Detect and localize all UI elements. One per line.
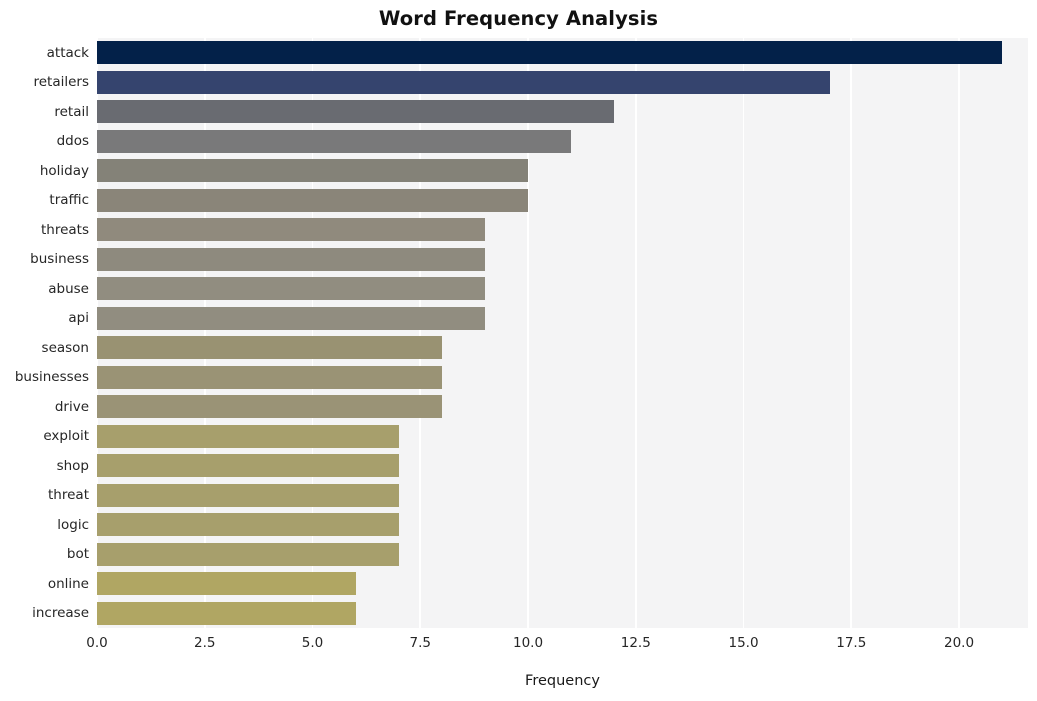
bar-online: [97, 572, 356, 596]
bar-row: [97, 365, 1028, 389]
y-tick-label-abuse: abuse: [48, 280, 89, 297]
y-tick-label-ddos: ddos: [56, 133, 89, 150]
bar-exploit: [97, 424, 399, 448]
x-tick-label-5.0: 5.0: [301, 635, 324, 651]
bar-increase: [97, 601, 356, 625]
x-tick-label-2.5: 2.5: [194, 635, 216, 651]
bar-series: [97, 38, 1028, 628]
y-tick-label-retail: retail: [54, 103, 89, 120]
bar-row: [97, 454, 1028, 478]
bar-row: [97, 572, 1028, 596]
y-tick-label-season: season: [41, 339, 89, 356]
bar-row: [97, 513, 1028, 537]
bar-row: [97, 483, 1028, 507]
y-tick-label-attack: attack: [46, 44, 89, 61]
chart-figure: Word Frequency Analysis attack retailers r…: [0, 0, 1037, 701]
bar-row: [97, 41, 1028, 65]
y-tick-label-api: api: [68, 310, 89, 327]
y-axis-tick-labels: attack retailers retail ddos holiday traffic t…: [0, 38, 89, 628]
y-tick-label-holiday: holiday: [39, 162, 89, 179]
y-tick-label-shop: shop: [56, 457, 89, 474]
x-axis-tick-labels: 0.0 2.5 5.0 7.5 10.0 12.5 15.0 17.5 20.0: [0, 635, 1037, 657]
bar-row: [97, 336, 1028, 360]
x-tick-label-10.0: 10.0: [512, 635, 544, 651]
y-tick-label-exploit: exploit: [43, 428, 89, 445]
bar-season: [97, 336, 442, 360]
bar-row: [97, 188, 1028, 212]
bar-row: [97, 247, 1028, 271]
bar-holiday: [97, 159, 529, 183]
x-tick-label-12.5: 12.5: [620, 635, 651, 651]
bar-retail: [97, 100, 615, 124]
x-axis-label: Frequency: [525, 673, 600, 689]
bar-row: [97, 218, 1028, 242]
bar-attack: [97, 41, 1003, 65]
x-tick-label-7.5: 7.5: [409, 635, 431, 651]
y-tick-label-businesses: businesses: [14, 369, 89, 386]
y-tick-label-traffic: traffic: [49, 192, 89, 209]
bar-threat: [97, 483, 399, 507]
bar-row: [97, 70, 1028, 94]
x-tick-label-17.5: 17.5: [836, 635, 867, 651]
y-tick-label-retailers: retailers: [33, 74, 89, 91]
bar-row: [97, 129, 1028, 153]
y-tick-label-online: online: [47, 575, 89, 592]
bar-row: [97, 159, 1028, 183]
y-tick-label-threat: threat: [48, 487, 89, 504]
bar-drive: [97, 395, 442, 419]
plot-area: [96, 38, 1028, 628]
bar-threats: [97, 218, 485, 242]
bar-row: [97, 306, 1028, 330]
bar-business: [97, 247, 485, 271]
y-tick-label-drive: drive: [54, 398, 89, 415]
y-tick-label-logic: logic: [57, 516, 89, 533]
page-title: Word Frequency Analysis: [378, 7, 659, 30]
bar-logic: [97, 513, 399, 537]
y-tick-label-threats: threats: [40, 221, 89, 238]
y-tick-label-increase: increase: [32, 605, 89, 622]
bar-businesses: [97, 365, 442, 389]
y-tick-label-business: business: [30, 251, 89, 268]
x-tick-label-15.0: 15.0: [728, 635, 759, 651]
bar-bot: [97, 542, 399, 566]
bar-row: [97, 395, 1028, 419]
y-tick-label-bot: bot: [66, 546, 89, 563]
bar-traffic: [97, 188, 529, 212]
bar-shop: [97, 454, 399, 478]
bar-row: [97, 601, 1028, 625]
bar-retailers: [97, 70, 830, 94]
bar-row: [97, 277, 1028, 301]
bar-row: [97, 424, 1028, 448]
bar-ddos: [97, 129, 572, 153]
bar-api: [97, 306, 485, 330]
bar-row: [97, 100, 1028, 124]
x-tick-label-20.0: 20.0: [944, 635, 975, 651]
x-tick-label-0.0: 0.0: [86, 635, 108, 651]
bar-row: [97, 542, 1028, 566]
bar-abuse: [97, 277, 485, 301]
